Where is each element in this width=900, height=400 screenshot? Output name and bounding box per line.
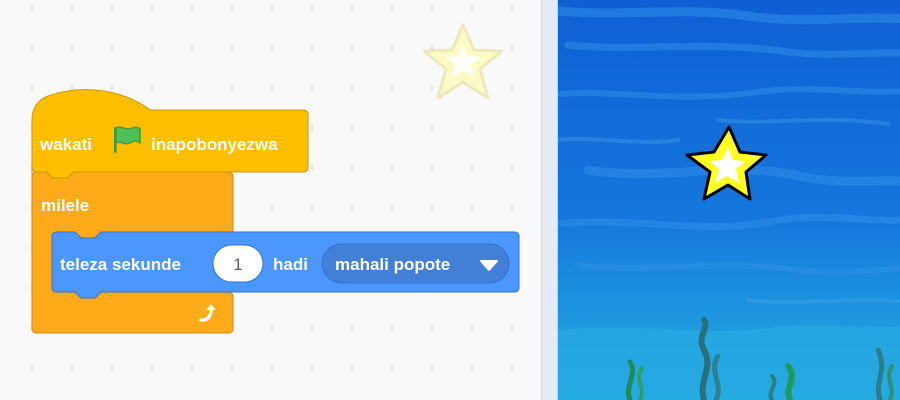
glide-label-start: teleza sekunde — [60, 255, 181, 274]
glide-block[interactable]: teleza sekunde 1 hadi mahali popote — [51, 231, 520, 299]
forever-label: milele — [41, 196, 89, 215]
destination-dropdown[interactable]: mahali popote — [321, 243, 510, 284]
stage[interactable] — [558, 0, 900, 400]
destination-value: mahali popote — [335, 255, 450, 274]
seconds-value: 1 — [233, 255, 242, 274]
hat-label-after: inapobonyezwa — [151, 135, 278, 154]
underwater-backdrop — [558, 0, 900, 400]
seconds-input[interactable]: 1 — [212, 244, 264, 283]
hat-label-before: wakati — [39, 135, 92, 154]
panel-divider — [541, 0, 558, 400]
when-flag-clicked-block[interactable]: wakati inapobonyezwa — [31, 89, 309, 179]
script-stack: milele wakati inapobonyezwa teleza sekun… — [31, 89, 520, 334]
code-area[interactable]: milele wakati inapobonyezwa teleza sekun… — [0, 0, 541, 400]
glide-label-mid: hadi — [273, 255, 308, 274]
